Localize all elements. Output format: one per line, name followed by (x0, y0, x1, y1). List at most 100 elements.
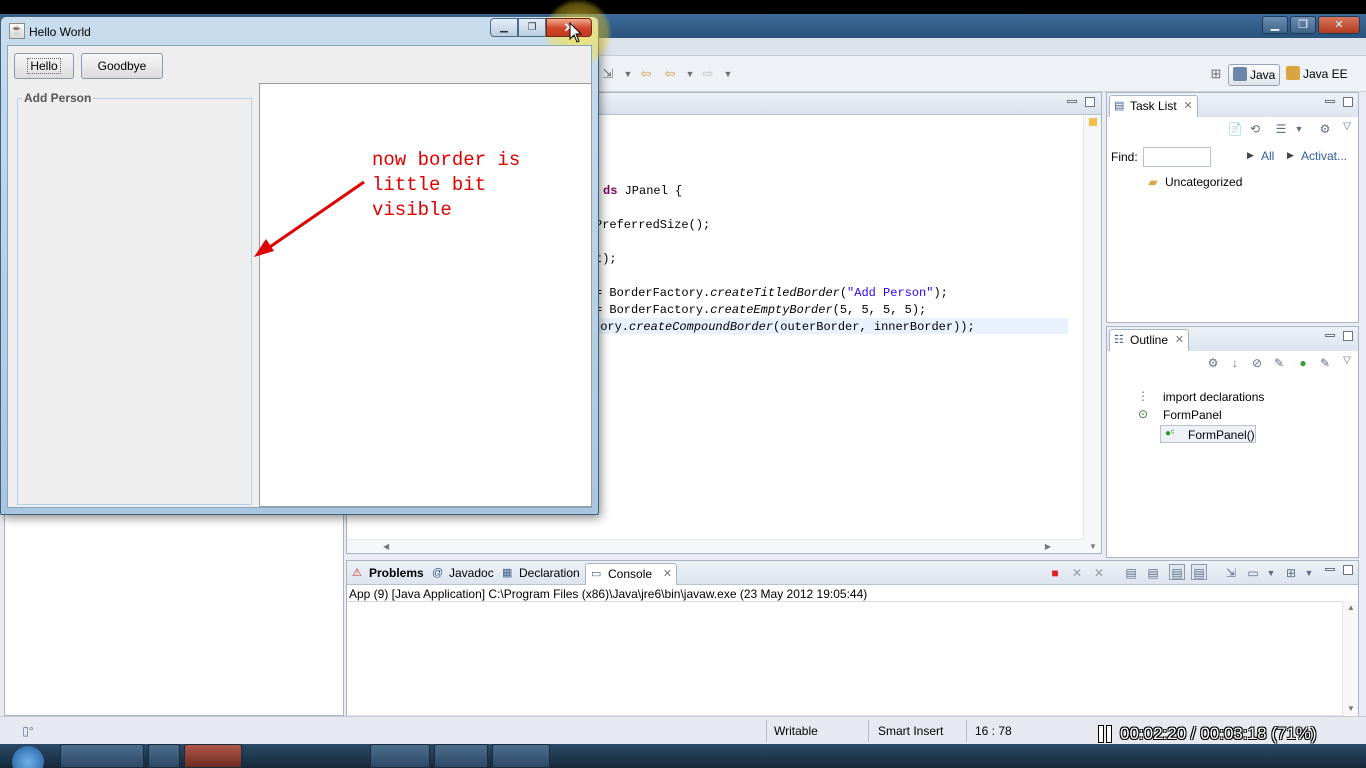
clear-console-icon[interactable]: ▤ (1123, 565, 1139, 581)
scroll-lock-icon[interactable]: ▤ (1145, 565, 1161, 581)
hello-world-window: ☕ Hello World ▁ ❐ ✕ Hello Goodbye Add Pe… (0, 0, 612, 515)
scroll-down-icon[interactable]: ▼ (1089, 542, 1097, 551)
java-app-icon: ☕ (9, 23, 25, 39)
back-dropdown-icon[interactable]: ▼ (682, 66, 698, 82)
hello-button[interactable]: Hello (14, 53, 74, 79)
divider (766, 720, 767, 742)
text-area[interactable] (259, 83, 592, 507)
remove-all-icon[interactable]: ✕ (1091, 565, 1107, 581)
task-find-input[interactable] (1143, 147, 1211, 167)
tab-console[interactable]: ▭ Console ✕ (585, 563, 678, 585)
categorize-dropdown-icon[interactable]: ▼ (1291, 121, 1307, 137)
open-perspective-icon[interactable]: ⊞ (1208, 66, 1224, 82)
category-uncategorized[interactable]: Uncategorized (1165, 175, 1242, 189)
open-console-icon[interactable]: ⊞ (1283, 565, 1299, 581)
all-link[interactable]: All (1261, 149, 1274, 163)
taskbar-button[interactable] (434, 744, 488, 768)
display-console-icon[interactable]: ▭ (1245, 565, 1261, 581)
tab-javadoc[interactable]: @ Javadoc (427, 563, 500, 585)
outline-maximize-icon[interactable] (1343, 331, 1353, 341)
forward-icon[interactable]: ⇨ (700, 66, 716, 82)
last-edit-icon[interactable]: ⇲ (600, 66, 616, 82)
outline-panel: ☷ Outline ✕ ⚙ ↓ ⊘ ✎ ● ✎ ▽ ⋮ import decla… (1106, 326, 1359, 558)
back-icon[interactable]: ⇦ (662, 66, 678, 82)
perspective-java-ee[interactable]: Java EE (1282, 64, 1352, 86)
taskbar-button[interactable] (370, 744, 430, 768)
eclipse-close-button[interactable]: ✕ (1318, 16, 1360, 34)
code-line-inner-border: = BorderFactory.createEmptyBorder(5, 5, … (595, 303, 927, 317)
add-person-border (17, 98, 252, 505)
hide-static-icon[interactable]: ⊘ (1249, 355, 1265, 371)
link-editor-icon[interactable]: ✎ (1317, 355, 1333, 371)
overview-marker (1089, 118, 1097, 126)
new-task-icon[interactable]: 📄 (1227, 121, 1243, 137)
outline-item-imports[interactable]: import declarations (1163, 390, 1264, 404)
scroll-up-icon[interactable]: ▲ (1347, 603, 1355, 612)
hide-nonpublic-icon[interactable]: ✎ (1271, 355, 1287, 371)
tab-declaration[interactable]: ▦ Declaration (497, 563, 586, 585)
dropdown-icon[interactable]: ▼ (620, 66, 636, 82)
maximize-button[interactable]: ❐ (518, 18, 546, 37)
pin-console-icon[interactable]: ⇲ (1223, 565, 1239, 581)
remove-launch-icon[interactable]: ✕ (1069, 565, 1085, 581)
taskbar-button[interactable] (60, 744, 144, 768)
show-stderr-icon[interactable]: ▤ (1191, 564, 1207, 580)
scroll-left-icon[interactable]: ◀ (383, 542, 389, 551)
categorize-icon[interactable]: ☰ (1273, 121, 1289, 137)
activate-arrow-icon: ▶ (1287, 150, 1294, 160)
goodbye-button[interactable]: Goodbye (81, 53, 163, 79)
editor-horizontal-scrollbar[interactable]: ◀ ▶ (347, 539, 1085, 553)
view-menu-icon[interactable]: ▽ (1339, 353, 1355, 369)
eclipse-minimize-button[interactable]: ▁ (1262, 16, 1288, 34)
taskbar-button[interactable] (492, 744, 550, 768)
start-orb-icon[interactable] (12, 746, 44, 768)
pause-icon[interactable] (1098, 725, 1112, 743)
hide-fields-icon[interactable]: ⚙ (1205, 355, 1221, 371)
outline-minimize-icon[interactable] (1325, 334, 1335, 337)
status-cursor-position: 16 : 78 (975, 724, 1012, 738)
class-icon: ⊙ (1137, 407, 1149, 421)
back-history-icon[interactable]: ⇦ (638, 66, 654, 82)
editor-maximize-icon[interactable] (1085, 97, 1095, 107)
task-list-maximize-icon[interactable] (1343, 97, 1353, 107)
console-maximize-icon[interactable] (1343, 565, 1353, 575)
perspective-java[interactable]: Java (1228, 64, 1281, 86)
outline-item-class[interactable]: FormPanel (1163, 408, 1222, 422)
java-perspective-icon (1233, 67, 1247, 81)
display-dropdown-icon[interactable]: ▼ (1263, 565, 1279, 581)
package-explorer-panel (4, 506, 344, 716)
close-icon[interactable]: ✕ (663, 567, 672, 580)
terminate-icon[interactable]: ■ (1047, 565, 1063, 581)
close-icon[interactable]: ✕ (1175, 333, 1184, 346)
taskbar-button[interactable] (148, 744, 180, 768)
editor-vertical-scrollbar[interactable]: ▲ ▼ (1083, 115, 1101, 553)
show-stdout-icon[interactable]: ▤ (1169, 564, 1185, 580)
tab-problems[interactable]: ⚠ Problems (347, 563, 430, 585)
forward-dropdown-icon[interactable]: ▼ (720, 66, 736, 82)
eclipse-maximize-button[interactable]: ❐ (1290, 16, 1316, 34)
close-icon[interactable]: ✕ (1183, 99, 1192, 112)
console-minimize-icon[interactable] (1325, 568, 1335, 571)
focus-icon[interactable]: ⚙ (1317, 121, 1333, 137)
editor-minimize-icon[interactable] (1067, 100, 1077, 103)
outline-item-constructor[interactable]: ●ᶜ FormPanel() (1160, 425, 1256, 443)
tab-outline[interactable]: ☷ Outline ✕ (1109, 329, 1190, 351)
hide-local-types-icon[interactable]: ● (1295, 355, 1311, 371)
sort-icon[interactable]: ↓ (1227, 355, 1243, 371)
video-playback-time: 00:02:20 / 00:03:18 (71%) (1098, 724, 1317, 744)
minimize-button[interactable]: ▁ (490, 18, 518, 37)
scroll-down-icon[interactable]: ▼ (1347, 704, 1355, 713)
fast-view-icon[interactable]: ▯° (20, 723, 36, 739)
taskbar-button[interactable] (184, 744, 242, 768)
console-vertical-scrollbar[interactable]: ▲ ▼ (1342, 601, 1358, 715)
task-list-panel: ▤ Task List ✕ 📄 ⟲ ☰ ▼ ⚙ ▽ Find: ▶ All ▶ … (1106, 92, 1359, 323)
sync-icon[interactable]: ⟲ (1247, 121, 1263, 137)
form-panel-title: Add Person (22, 91, 94, 105)
tab-task-list[interactable]: ▤ Task List ✕ (1109, 95, 1198, 117)
view-menu-icon[interactable]: ▽ (1339, 119, 1355, 135)
activate-link[interactable]: Activat... (1301, 149, 1347, 163)
task-list-minimize-icon[interactable] (1325, 100, 1335, 103)
scroll-right-icon[interactable]: ▶ (1045, 542, 1051, 551)
status-insert-mode: Smart Insert (878, 724, 944, 738)
open-console-dropdown-icon[interactable]: ▼ (1301, 565, 1317, 581)
